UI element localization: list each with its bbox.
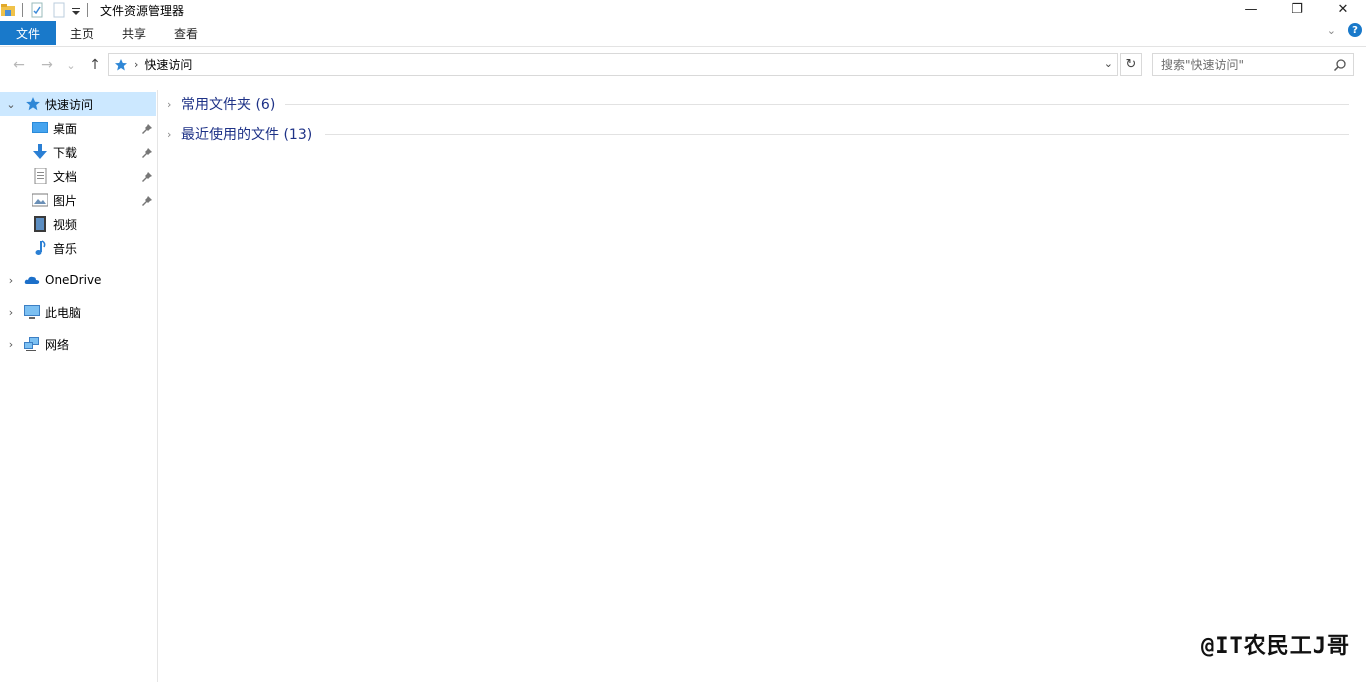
window-controls: — ❐ ✕ <box>1228 0 1366 20</box>
sidebar-item-desktop[interactable]: 桌面 <box>0 116 156 140</box>
sidebar-item-label: 快速访问 <box>45 97 94 112</box>
up-button[interactable]: ↑ <box>86 56 104 74</box>
desktop-icon <box>32 120 48 136</box>
new-folder-icon[interactable] <box>51 2 67 18</box>
sidebar-item-label: 下载 <box>53 145 78 160</box>
pin-icon[interactable] <box>142 123 152 134</box>
sidebar-item-label: 图片 <box>53 193 78 208</box>
network-icon <box>24 336 40 352</box>
toolbar-separator <box>87 3 88 17</box>
help-button[interactable]: ? <box>1348 23 1362 37</box>
expand-chevron-icon[interactable]: ⌄ <box>5 98 17 111</box>
sidebar-item-label: 视频 <box>53 217 78 232</box>
sidebar-item-quick-access[interactable]: ⌄ 快速访问 <box>0 92 156 116</box>
close-button[interactable]: ✕ <box>1320 0 1366 18</box>
sidebar-item-network[interactable]: › 网络 <box>0 332 156 356</box>
tab-home[interactable]: 主页 <box>56 21 108 45</box>
search-icon[interactable] <box>1333 58 1347 72</box>
quick-access-toolbar <box>0 0 94 20</box>
navigation-pane: ⌄ 快速访问 桌面 下载 文档 图片 视频 音乐 › OneDrive › 此电… <box>0 90 158 682</box>
ribbon-tabs: 文件 主页 共享 查看 ⌄ ? <box>0 21 1366 47</box>
breadcrumb-separator-icon[interactable]: › <box>134 58 138 71</box>
folder-app-icon <box>0 2 16 18</box>
sidebar-item-label: 音乐 <box>53 241 78 256</box>
properties-icon[interactable] <box>29 2 45 18</box>
pin-icon[interactable] <box>142 195 152 206</box>
tab-view[interactable]: 查看 <box>160 21 212 45</box>
group-header-label: 最近使用的文件 (13) <box>181 127 313 143</box>
refresh-button[interactable]: ↻ <box>1120 53 1142 76</box>
group-divider <box>325 133 1349 135</box>
sidebar-item-label: 网络 <box>45 337 70 352</box>
toolbar-separator <box>22 3 23 17</box>
navigation-bar: ← → ⌄ ↑ › 快速访问 ⌄ ↻ <box>0 52 1366 78</box>
quick-access-star-icon <box>25 96 41 112</box>
address-bar[interactable]: › 快速访问 ⌄ <box>108 53 1118 76</box>
sidebar-item-label: 桌面 <box>53 121 78 136</box>
sidebar-item-pictures[interactable]: 图片 <box>0 188 156 212</box>
search-input[interactable] <box>1161 54 1333 75</box>
music-icon <box>32 240 48 256</box>
window-title: 文件资源管理器 <box>100 3 185 18</box>
expand-ribbon-chevron-icon[interactable]: ⌄ <box>1327 24 1336 37</box>
sidebar-item-this-pc[interactable]: › 此电脑 <box>0 300 156 324</box>
restore-button[interactable]: ❐ <box>1274 0 1320 18</box>
sidebar-item-label: OneDrive <box>45 273 102 287</box>
watermark: @IT农民工J哥 <box>1201 634 1350 659</box>
address-dropdown-icon[interactable]: ⌄ <box>1104 57 1113 70</box>
breadcrumb-quick-access[interactable]: 快速访问 <box>144 56 192 73</box>
sidebar-item-music[interactable]: 音乐 <box>0 236 156 260</box>
group-divider <box>285 103 1349 105</box>
onedrive-cloud-icon <box>24 272 40 288</box>
sidebar-item-label: 此电脑 <box>45 305 82 320</box>
file-view: › 常用文件夹 (6) › 最近使用的文件 (13) <box>159 90 1366 682</box>
document-icon <box>32 167 48 185</box>
sidebar-item-documents[interactable]: 文档 <box>0 164 156 188</box>
sidebar-item-onedrive[interactable]: › OneDrive <box>0 268 156 292</box>
group-header-recent-files[interactable]: › 最近使用的文件 (13) <box>159 121 1359 147</box>
title-bar: 文件资源管理器 — ❐ ✕ <box>0 0 1366 20</box>
pin-icon[interactable] <box>142 147 152 158</box>
sidebar-item-downloads[interactable]: 下载 <box>0 140 156 164</box>
sidebar-item-label: 文档 <box>53 169 78 184</box>
customize-toolbar-dropdown-icon[interactable] <box>71 2 81 18</box>
expand-chevron-icon[interactable]: › <box>5 338 17 351</box>
video-icon <box>32 216 48 232</box>
group-header-frequent-folders[interactable]: › 常用文件夹 (6) <box>159 91 1359 117</box>
quick-access-star-icon <box>114 58 128 72</box>
expand-chevron-icon[interactable]: › <box>5 274 17 287</box>
group-header-label: 常用文件夹 (6) <box>181 97 276 113</box>
sidebar-item-videos[interactable]: 视频 <box>0 212 156 236</box>
search-box[interactable] <box>1152 53 1354 76</box>
tab-share[interactable]: 共享 <box>108 21 160 45</box>
expand-chevron-icon[interactable]: › <box>5 306 17 319</box>
forward-button[interactable]: → <box>38 56 56 74</box>
back-button[interactable]: ← <box>10 56 28 74</box>
expand-chevron-icon[interactable]: › <box>167 98 171 111</box>
download-icon <box>32 144 48 160</box>
picture-icon <box>31 192 49 208</box>
tab-file[interactable]: 文件 <box>0 21 56 45</box>
pin-icon[interactable] <box>142 171 152 182</box>
expand-chevron-icon[interactable]: › <box>167 128 171 141</box>
computer-icon <box>24 304 40 320</box>
recent-locations-dropdown[interactable]: ⌄ <box>62 56 80 74</box>
minimize-button[interactable]: — <box>1228 0 1274 18</box>
